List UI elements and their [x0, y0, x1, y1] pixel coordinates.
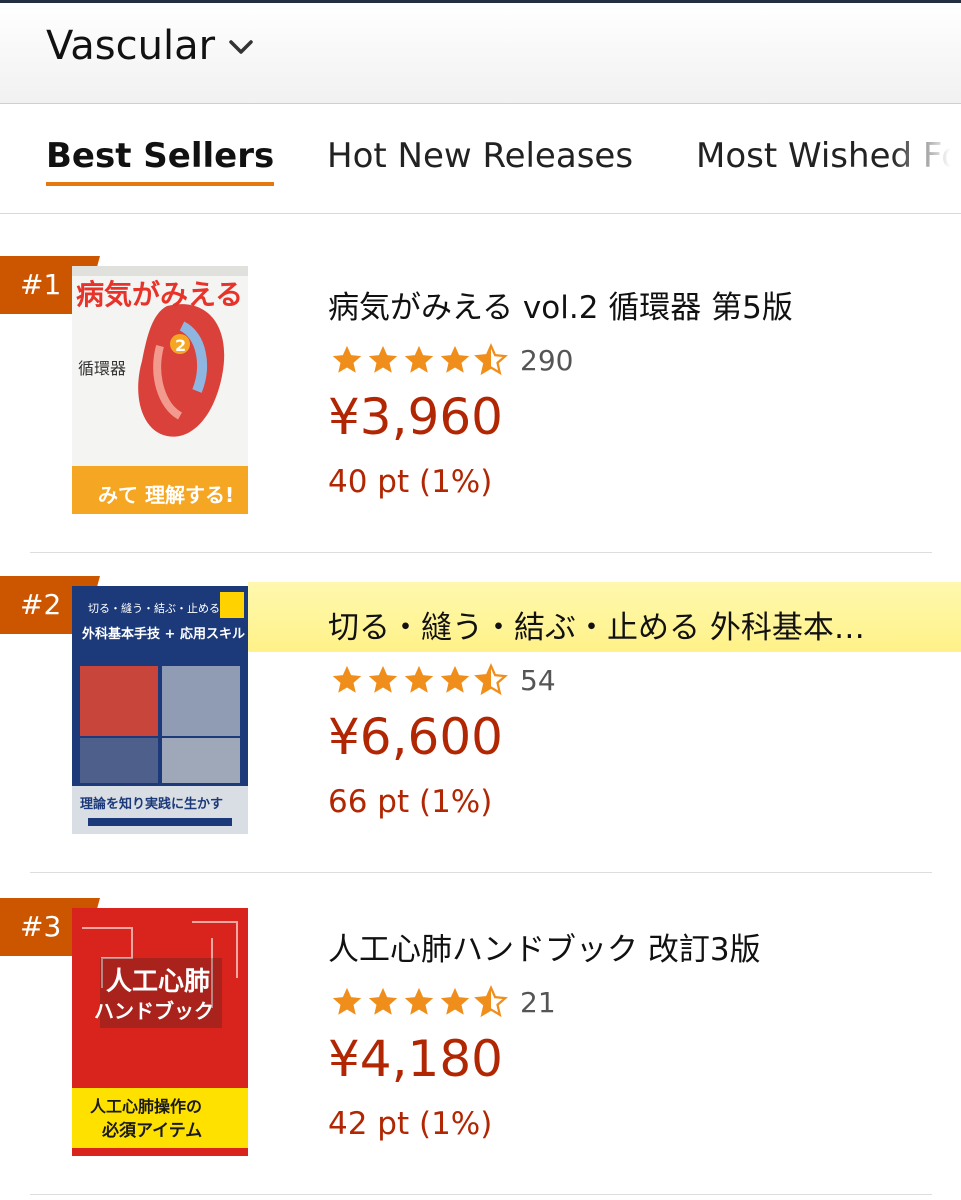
- star-full-icon: [404, 987, 434, 1015]
- star-full-icon: [368, 665, 398, 693]
- product-price: ¥6,600: [328, 708, 503, 766]
- cover-bottom-text: 理論を知り実践に生かす: [80, 796, 223, 812]
- product-title[interactable]: 病気がみえる vol.2 循環器 第5版: [328, 282, 793, 327]
- product-points: 42 pt (1%): [328, 1106, 493, 1142]
- category-label: Vascular: [46, 23, 216, 69]
- category-dropdown[interactable]: Vascular: [46, 23, 257, 69]
- list-item[interactable]: #3 人工心肺 ハンドブック 人工心肺操作の 必須アイテム 人工心肺ハンドブック…: [0, 898, 961, 1200]
- star-full-icon: [440, 345, 470, 373]
- product-price: ¥3,960: [328, 388, 503, 446]
- star-full-icon: [404, 665, 434, 693]
- list-item[interactable]: #1 病気がみえる 2 循環器 みて 理解する! 病気がみえる vol.2 循環…: [0, 256, 961, 576]
- product-points: 40 pt (1%): [328, 464, 493, 500]
- cover-title-2: ハンドブック: [94, 999, 214, 1023]
- star-half-icon: [474, 985, 508, 1018]
- star-full-icon: [404, 345, 434, 373]
- product-cover-image[interactable]: 人工心肺 ハンドブック 人工心肺操作の 必須アイテム: [72, 908, 248, 1156]
- divider: [30, 872, 932, 873]
- star-half-icon: [474, 343, 508, 376]
- cover-band-text: 人工心肺操作の: [90, 1097, 202, 1116]
- divider: [30, 1194, 932, 1195]
- tab-hot-new-releases[interactable]: Hot New Releases: [327, 136, 633, 176]
- product-title[interactable]: 人工心肺ハンドブック 改訂3版: [328, 924, 761, 969]
- cover-subtitle: 循環器: [78, 359, 126, 378]
- product-price: ¥4,180: [328, 1030, 503, 1088]
- cover-band-text: みて 理解する!: [98, 483, 234, 507]
- star-rating[interactable]: 21: [330, 984, 556, 1020]
- review-count: 54: [520, 663, 556, 697]
- star-full-icon: [368, 345, 398, 373]
- category-bar: Vascular: [0, 0, 961, 104]
- cover-title: 人工心肺: [106, 967, 210, 997]
- star-full-icon: [368, 987, 398, 1015]
- tab-best-sellers[interactable]: Best Sellers: [46, 136, 275, 186]
- list-tabs: Best Sellers Hot New Releases Most Wishe…: [0, 104, 961, 214]
- cover-badge: 2: [175, 336, 186, 355]
- star-full-icon: [332, 665, 362, 693]
- tab-most-wished-for[interactable]: Most Wished Fo: [696, 136, 961, 176]
- star-full-icon: [332, 345, 362, 373]
- review-count: 21: [520, 985, 556, 1019]
- cover-band-text-2: 必須アイテム: [101, 1120, 202, 1141]
- list-item[interactable]: #2 切る・縫う・結ぶ・止める 外科基本手技 + 応用スキル 理論を知り実践に生…: [0, 576, 961, 896]
- review-count: 290: [520, 343, 574, 377]
- product-title[interactable]: 切る・縫う・結ぶ・止める 外科基本…: [328, 602, 865, 647]
- star-full-icon: [332, 987, 362, 1015]
- divider: [30, 552, 932, 553]
- star-full-icon: [440, 665, 470, 693]
- product-cover-image[interactable]: 病気がみえる 2 循環器 みて 理解する!: [72, 266, 248, 514]
- product-cover-image[interactable]: 切る・縫う・結ぶ・止める 外科基本手技 + 応用スキル 理論を知り実践に生かす: [72, 586, 248, 834]
- cover-top-text: 切る・縫う・結ぶ・止める: [88, 601, 220, 615]
- star-half-icon: [474, 663, 508, 696]
- cover-title: 病気がみえる: [76, 278, 243, 311]
- star-full-icon: [440, 987, 470, 1015]
- star-rating[interactable]: 54: [330, 662, 556, 698]
- cover-title: 外科基本手技 + 応用スキル: [81, 626, 245, 642]
- product-points: 66 pt (1%): [328, 784, 493, 820]
- star-rating[interactable]: 290: [330, 342, 573, 378]
- chevron-down-icon: [229, 40, 253, 54]
